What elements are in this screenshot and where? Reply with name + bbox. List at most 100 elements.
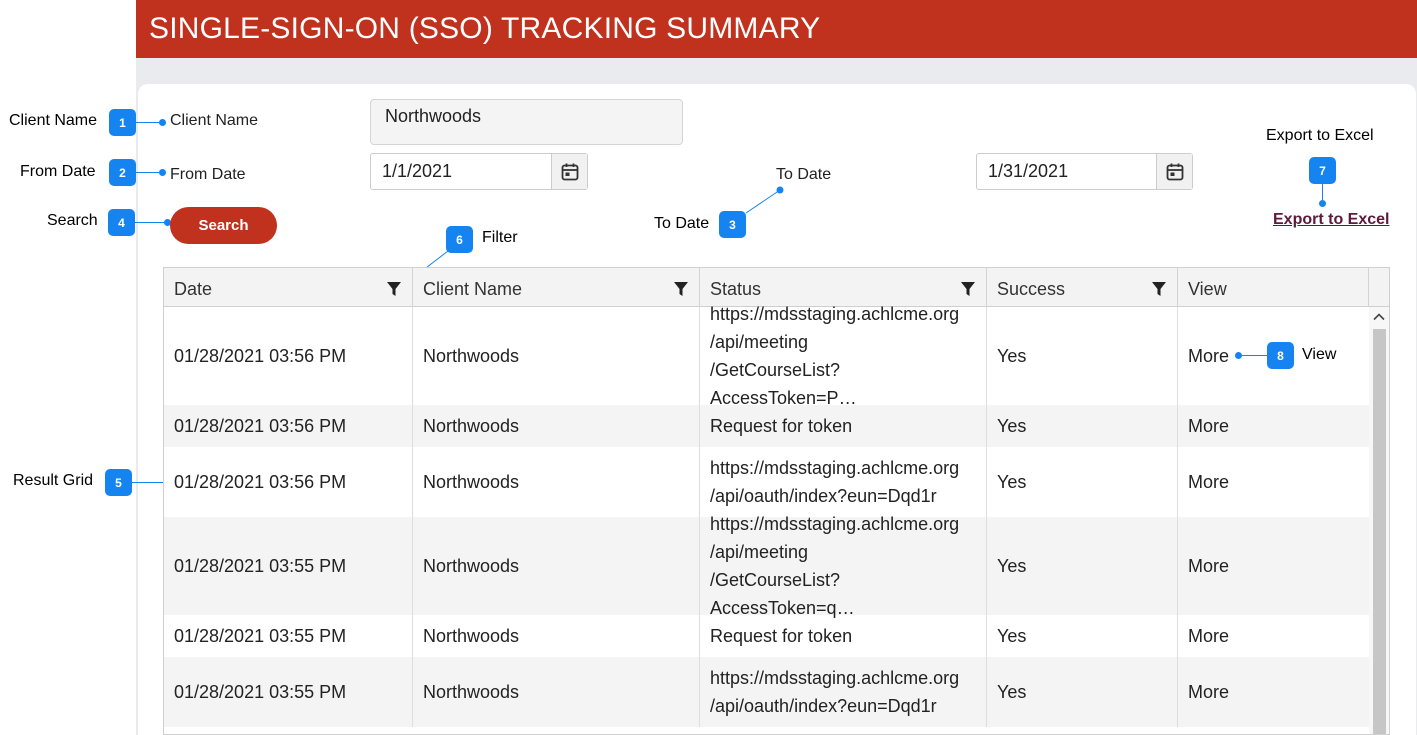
view-more-link[interactable]: More	[1188, 556, 1229, 577]
annotation-badge-4: 4	[108, 209, 135, 236]
page-header: SINGLE-SIGN-ON (SSO) TRACKING SUMMARY	[136, 0, 1417, 58]
table-row[interactable]: 01/28/2021 03:55 PM Northwoods https://m…	[164, 514, 1369, 618]
annotation-badge-2: 2	[109, 159, 136, 186]
scrollbar-thumb[interactable]	[1373, 329, 1386, 734]
filter-icon[interactable]	[1151, 281, 1167, 297]
cell-client-name: Northwoods	[413, 615, 700, 657]
filter-icon[interactable]	[386, 281, 402, 297]
from-date-picker	[370, 153, 588, 190]
annotation-dot-1	[159, 119, 166, 126]
client-name-input[interactable]: Northwoods	[370, 99, 683, 145]
column-header-success[interactable]: Success	[987, 268, 1178, 307]
table-row[interactable]: 01/28/2021 03:56 PM Northwoods https://m…	[164, 447, 1369, 517]
cell-view: More	[1178, 615, 1369, 657]
cell-status-text: Request for token	[710, 626, 853, 646]
cell-date: 01/28/2021 03:55 PM	[164, 517, 413, 615]
column-header-spacer	[1369, 268, 1389, 307]
cell-status: Request for token	[700, 405, 987, 447]
chevron-up-icon[interactable]	[1372, 310, 1386, 324]
cell-date: 01/28/2021 03:55 PM	[164, 657, 413, 727]
cell-view: More	[1178, 657, 1369, 727]
cell-success: Yes	[987, 405, 1178, 447]
to-date-label: To Date	[776, 166, 832, 183]
cell-success: Yes	[987, 615, 1178, 657]
cell-view: More	[1178, 447, 1369, 517]
column-header-label: Date	[174, 279, 213, 299]
cell-success: Yes	[987, 657, 1178, 727]
cell-date: 01/28/2021 03:55 PM	[164, 615, 413, 657]
annotation-badge-5: 5	[105, 469, 132, 496]
from-date-label: From Date	[170, 166, 246, 183]
cell-status-text: https://mdsstaging.achlcme.org /api/oaut…	[710, 668, 960, 716]
view-more-link[interactable]: More	[1188, 626, 1229, 647]
cell-status: https://mdsstaging.achlcme.org /api/meet…	[700, 304, 987, 408]
calendar-icon	[561, 163, 578, 180]
grid-scrollbar[interactable]	[1369, 307, 1389, 734]
column-header-label: View	[1188, 279, 1227, 299]
filter-icon[interactable]	[673, 281, 689, 297]
view-more-link[interactable]: More	[1188, 682, 1229, 703]
column-header-label: Success	[997, 279, 1066, 299]
cell-client-name: Northwoods	[413, 405, 700, 447]
cell-status: https://mdsstaging.achlcme.org /api/oaut…	[700, 657, 987, 727]
annotation-client-name-text: Client Name	[9, 112, 98, 129]
cell-date: 01/28/2021 03:56 PM	[164, 405, 413, 447]
annotation-dot-7	[1319, 200, 1326, 207]
table-row[interactable]: 01/28/2021 03:55 PM Northwoods https://m…	[164, 657, 1369, 727]
to-date-input[interactable]	[977, 154, 1157, 189]
annotation-view-text: View	[1302, 346, 1337, 363]
annotation-badge-1: 1	[109, 109, 136, 136]
column-header-client-name[interactable]: Client Name	[413, 268, 700, 307]
cell-status-text: https://mdsstaging.achlcme.org /api/meet…	[710, 514, 960, 618]
annotation-to-date-text: To Date	[654, 215, 710, 232]
from-date-input[interactable]	[371, 154, 551, 189]
client-name-label: Client Name	[170, 112, 259, 129]
search-button[interactable]: Search	[170, 207, 277, 244]
page-title: SINGLE-SIGN-ON (SSO) TRACKING SUMMARY	[149, 12, 821, 45]
view-more-link[interactable]: More	[1188, 472, 1229, 493]
table-row[interactable]: 01/28/2021 03:56 PM Northwoods https://m…	[164, 304, 1369, 408]
export-to-excel-link[interactable]: Export to Excel	[1273, 211, 1389, 229]
table-row[interactable]: 01/28/2021 03:55 PM Northwoods Request f…	[164, 615, 1369, 657]
cell-date: 01/28/2021 03:56 PM	[164, 447, 413, 517]
annotation-search-text: Search	[47, 212, 98, 229]
annotation-from-date-text: From Date	[20, 163, 96, 180]
annotation-connector-3	[745, 186, 784, 214]
column-header-view: View	[1178, 268, 1369, 307]
cell-success: Yes	[987, 307, 1178, 405]
cell-status-text: https://mdsstaging.achlcme.org /api/meet…	[710, 304, 960, 408]
annotation-badge-3: 3	[719, 211, 746, 238]
cell-client-name: Northwoods	[413, 657, 700, 727]
cell-date: 01/28/2021 03:56 PM	[164, 307, 413, 405]
annotation-result-grid-text: Result Grid	[13, 472, 94, 489]
column-header-date[interactable]: Date	[164, 268, 413, 307]
annotation-filter-text: Filter	[482, 229, 518, 246]
cell-status-text: Request for token	[710, 416, 853, 436]
calendar-icon	[1166, 163, 1183, 180]
annotation-dot-2	[159, 169, 166, 176]
annotation-export-text: Export to Excel	[1266, 127, 1374, 144]
annotation-badge-7: 7	[1309, 157, 1336, 184]
cell-view: More	[1178, 405, 1369, 447]
table-row[interactable]: 01/28/2021 03:56 PM Northwoods Request f…	[164, 405, 1369, 447]
cell-status-text: https://mdsstaging.achlcme.org /api/oaut…	[710, 458, 960, 506]
cell-status: Request for token	[700, 615, 987, 657]
to-date-calendar-button[interactable]	[1156, 154, 1192, 189]
filter-icon[interactable]	[960, 281, 976, 297]
to-date-picker	[976, 153, 1193, 190]
annotation-connector-8	[1238, 355, 1268, 356]
cell-client-name: Northwoods	[413, 447, 700, 517]
from-date-calendar-button[interactable]	[551, 154, 587, 189]
view-more-link[interactable]: More	[1188, 416, 1229, 437]
annotation-badge-8: 8	[1267, 342, 1294, 369]
cell-success: Yes	[987, 517, 1178, 615]
view-more-link[interactable]: More	[1188, 346, 1229, 367]
column-header-label: Status	[710, 279, 762, 299]
cell-success: Yes	[987, 447, 1178, 517]
cell-status: https://mdsstaging.achlcme.org /api/oaut…	[700, 447, 987, 517]
cell-client-name: Northwoods	[413, 517, 700, 615]
result-grid: Date Client Name Status Success View 01/…	[163, 267, 1390, 735]
column-header-label: Client Name	[423, 279, 523, 299]
cell-view: More	[1178, 517, 1369, 615]
cell-status: https://mdsstaging.achlcme.org /api/meet…	[700, 514, 987, 618]
